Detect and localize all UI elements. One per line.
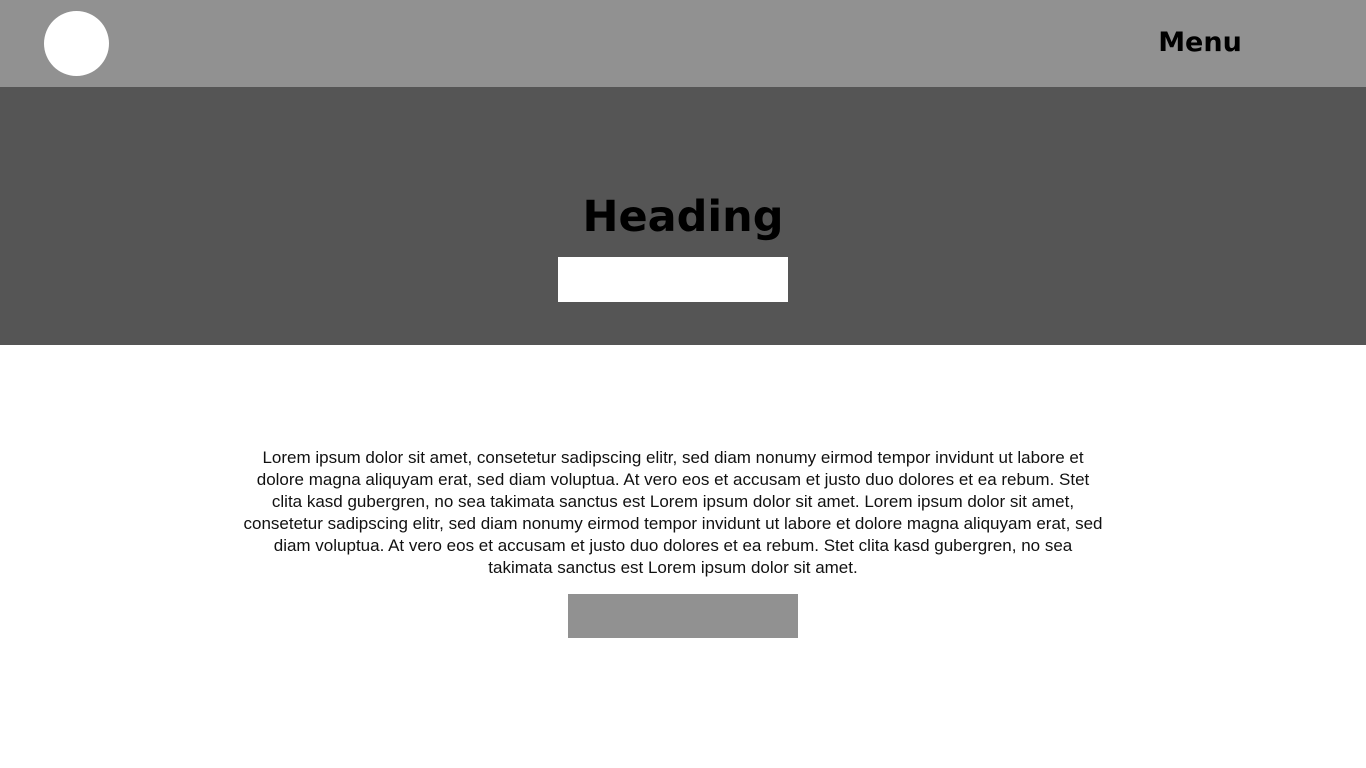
hero-section: Heading xyxy=(0,87,1366,345)
top-navigation-bar: Menu xyxy=(0,0,1366,87)
body-paragraph: Lorem ipsum dolor sit amet, consetetur s… xyxy=(243,448,1103,577)
menu-button[interactable]: Menu xyxy=(1140,23,1260,63)
page: Menu Heading Lorem ipsum dolor sit amet,… xyxy=(0,0,1366,768)
logo-circle-icon[interactable] xyxy=(44,11,109,76)
hero-heading: Heading xyxy=(582,192,784,242)
hero-cta-button[interactable] xyxy=(558,257,788,302)
content-cta-button[interactable] xyxy=(568,594,798,638)
